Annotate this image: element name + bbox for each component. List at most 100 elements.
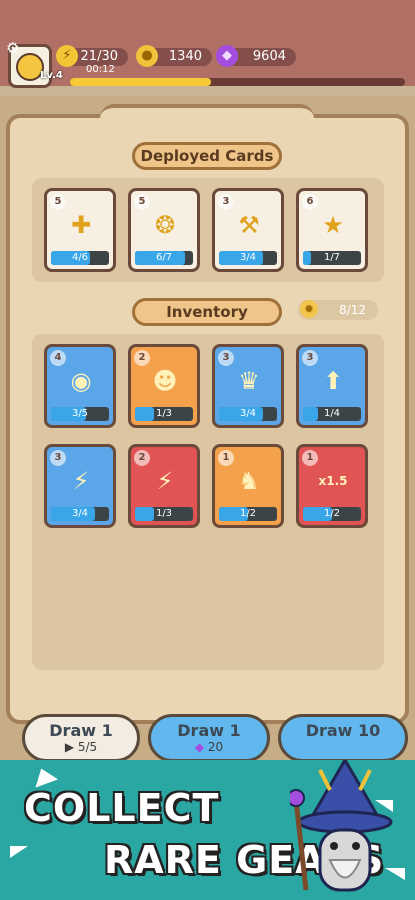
- inventory-title: Inventory: [132, 298, 282, 326]
- sack-icon: ◉: [70, 367, 92, 395]
- wizard-character-icon: [290, 760, 393, 892]
- draw-10-label: Draw 10: [305, 721, 381, 740]
- card-progress-fill: [303, 251, 312, 265]
- gem-icon: ◆: [216, 45, 238, 67]
- card-progress-fill: [135, 507, 155, 521]
- card-progress-fill: [303, 407, 318, 421]
- card-progress-fill: [135, 407, 155, 421]
- gear-card[interactable]: 2 ⚡ 1/3: [128, 444, 200, 528]
- card-progress-bar: 4/6: [51, 251, 109, 265]
- card-progress-text: 3/5: [71, 408, 89, 419]
- gear-card[interactable]: 5 ✚ 4/6: [44, 188, 116, 272]
- gear-card[interactable]: 2 ☻ 1/3: [128, 344, 200, 428]
- anvil-hammer-icon: ⚒: [238, 211, 260, 239]
- card-progress-bar: 1/2: [303, 507, 361, 521]
- game-screen: ⚙ Lv.4 ⚡ 21/30 00:12 ● 1340 ◆ 9604 Deplo…: [0, 0, 415, 900]
- draw-1-free-count: 5/5: [77, 740, 98, 754]
- card-progress-text: 6/7: [155, 252, 173, 263]
- promo-line-1: COLLECT: [24, 786, 220, 830]
- draw-1-gem-price: 20: [207, 740, 224, 754]
- draw-1-free-label: Draw 1: [49, 721, 113, 740]
- gold-coin-icon: ●: [136, 45, 158, 67]
- inventory-capacity: ✹ 8/12: [298, 300, 378, 320]
- draw-1-free-button[interactable]: Draw 1 ▶ 5/5: [22, 714, 140, 762]
- player-level: Lv.4: [40, 70, 63, 81]
- golden-statue-icon: ♛: [238, 367, 260, 395]
- card-progress-bar: 1/3: [135, 407, 193, 421]
- gear-card[interactable]: 3 ⚒ 3/4: [212, 188, 284, 272]
- card-progress-text: 3/4: [239, 252, 257, 263]
- promo-banner: COLLECT RARE GEARS: [0, 760, 415, 900]
- gem-cost-icon: ◆: [194, 740, 205, 754]
- card-progress-text: 4/6: [71, 252, 89, 263]
- card-level-badge: 3: [218, 194, 234, 210]
- card-level-badge: 3: [302, 350, 318, 366]
- settings-gear-icon[interactable]: ⚙: [6, 40, 22, 56]
- card-progress-text: 1/2: [239, 508, 257, 519]
- inventory-capacity-value: 8/12: [339, 303, 366, 317]
- gear-card[interactable]: 3 ♛ 3/4: [212, 344, 284, 428]
- energy-value: 21/30: [80, 49, 118, 64]
- card-level-badge: 1: [302, 450, 318, 466]
- card-progress-bar: 3/4: [219, 407, 277, 421]
- gear-card[interactable]: 3 ⚡ 3/4: [44, 444, 116, 528]
- card-level-badge: 5: [50, 194, 66, 210]
- top-status-bar: ⚙ Lv.4 ⚡ 21/30 00:12 ● 1340 ◆ 9604: [0, 0, 415, 96]
- card-level-badge: 5: [134, 194, 150, 210]
- draw-1-gem-button[interactable]: Draw 1 ◆ 20: [148, 714, 270, 762]
- panel-top-tab: [100, 104, 314, 120]
- lightning-icon: ⚡: [56, 45, 78, 67]
- card-level-badge: 1: [218, 450, 234, 466]
- card-level-badge: 2: [134, 350, 150, 366]
- draw-1-gem-cost: ◆ 20: [151, 740, 267, 754]
- card-progress-text: 1/3: [155, 508, 173, 519]
- card-progress-text: 1/7: [323, 252, 341, 263]
- magic-pedestal-icon: ⬆: [322, 367, 344, 395]
- video-ad-icon: ▶: [64, 740, 75, 754]
- card-level-badge: 3: [50, 450, 66, 466]
- lightning-icon: ⚡: [156, 467, 174, 495]
- card-progress-bar: 1/4: [303, 407, 361, 421]
- chain-lightning-icon: ⚡: [72, 467, 90, 495]
- card-progress-bar: 6/7: [135, 251, 193, 265]
- card-progress-bar: 1/2: [219, 507, 277, 521]
- gear-card[interactable]: 6 ★ 1/7: [296, 188, 368, 272]
- gold-value: 1340: [168, 49, 202, 64]
- card-progress-text: 1/2: [323, 508, 341, 519]
- card-progress-bar: 1/7: [303, 251, 361, 265]
- dino-icon: ♞: [238, 467, 260, 495]
- card-progress-text: 3/4: [239, 408, 257, 419]
- top-bar-divider: [0, 86, 415, 96]
- speed-x15-icon: x1.5: [318, 474, 348, 488]
- gear-card[interactable]: 3 ⬆ 1/4: [296, 344, 368, 428]
- gem-value: 9604: [252, 49, 286, 64]
- card-progress-text: 1/3: [155, 408, 173, 419]
- energy-timer: 00:12: [86, 64, 115, 75]
- gear-card[interactable]: 4 ◉ 3/5: [44, 344, 116, 428]
- gear-card[interactable]: 1 ♞ 1/2: [212, 444, 284, 528]
- xp-progress-bar: [70, 78, 405, 86]
- decor-triangle: [29, 764, 59, 788]
- gear-card[interactable]: 5 ❂ 6/7: [128, 188, 200, 272]
- card-level-badge: 4: [50, 350, 66, 366]
- gear-card[interactable]: 1 x1.5 1/2: [296, 444, 368, 528]
- golden-emblem-icon: ★: [322, 211, 344, 239]
- gold-counter: ● 1340: [136, 45, 212, 67]
- draw-1-free-cost: ▶ 5/5: [25, 740, 137, 754]
- deployed-cards-title: Deployed Cards: [132, 142, 282, 170]
- capacity-gear-icon: ✹: [300, 300, 318, 318]
- draw-10-button[interactable]: Draw 10: [278, 714, 408, 762]
- card-progress-bar: 3/4: [51, 507, 109, 521]
- card-level-badge: 6: [302, 194, 318, 210]
- gem-counter: ◆ 9604: [216, 45, 296, 67]
- card-progress-bar: 1/3: [135, 507, 193, 521]
- card-level-badge: 2: [134, 450, 150, 466]
- shield-plus-icon: ✚: [70, 211, 92, 239]
- card-level-badge: 3: [218, 350, 234, 366]
- tiger-icon: ☻: [152, 367, 178, 395]
- card-progress-bar: 3/4: [219, 251, 277, 265]
- medal-icon: ❂: [154, 211, 176, 239]
- card-progress-text: 3/4: [71, 508, 89, 519]
- card-progress-bar: 3/5: [51, 407, 109, 421]
- decor-triangle: [10, 846, 28, 858]
